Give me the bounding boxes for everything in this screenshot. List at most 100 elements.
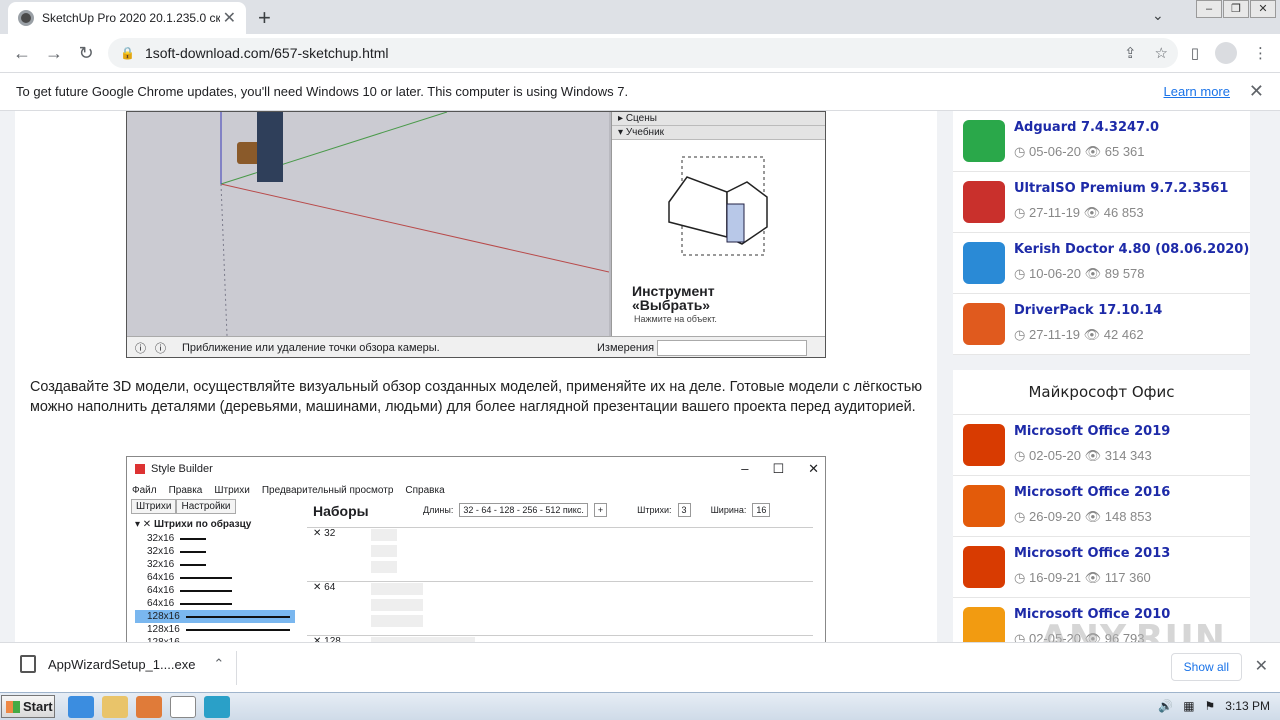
- update-infobar: To get future Google Chrome updates, you…: [0, 72, 1280, 111]
- download-filename[interactable]: AppWizardSetup_1....exe: [48, 657, 195, 672]
- web-page: ▸ Сцены ▾ Учебник Инструмент «Выбрать» Н…: [0, 111, 1280, 642]
- app-logo-icon[interactable]: [963, 546, 1005, 588]
- software-item[interactable]: Adguard 7.4.3247.0 ◷ 05-06-20 👁 65 361: [953, 111, 1250, 172]
- sb-menu-item: Файл: [132, 484, 157, 496]
- side-panel-icon[interactable]: ▯: [1191, 44, 1199, 62]
- software-item[interactable]: Microsoft Office 2013 ◷ 16-09-21 👁 117 36…: [953, 537, 1250, 598]
- chrome-icon[interactable]: [170, 696, 196, 718]
- sets-params: Длины: 32 - 64 - 128 - 256 - 512 пикс. +…: [423, 503, 771, 517]
- sb-close-icon: ✕: [808, 461, 819, 476]
- edge-icon[interactable]: [204, 696, 230, 718]
- style-builder-icon: [135, 464, 145, 474]
- volume-icon[interactable]: 🔊: [1158, 699, 1173, 713]
- office-list: Microsoft Office 2019 ◷ 02-05-20 👁 314 34…: [953, 415, 1250, 642]
- panel-tutorial[interactable]: ▾ Учебник: [612, 126, 825, 140]
- address-bar[interactable]: 🔒 1soft-download.com/657-sketchup.html ⇪…: [108, 38, 1178, 68]
- download-item[interactable]: AppWizardSetup_1....exe ⌃: [14, 655, 224, 673]
- forward-arrow-icon[interactable]: →: [38, 43, 70, 64]
- app-logo-icon[interactable]: [963, 120, 1005, 162]
- app-logo-icon[interactable]: [963, 303, 1005, 345]
- explorer-folder-icon[interactable]: [102, 696, 128, 718]
- infobar-close-icon[interactable]: ✕: [1249, 81, 1264, 102]
- app-logo-icon[interactable]: [963, 607, 1005, 642]
- software-meta: ◷ 10-06-20 👁 89 578: [1014, 266, 1145, 281]
- restore-button[interactable]: ❐: [1223, 0, 1249, 18]
- info-icon: ⓘ: [155, 342, 166, 355]
- close-tab-icon[interactable]: ✕: [223, 8, 236, 28]
- action-center-flag-icon[interactable]: ⚑: [1205, 699, 1216, 713]
- stroke-row: 128x16: [135, 610, 295, 623]
- software-link[interactable]: Microsoft Office 2016: [1014, 485, 1170, 500]
- share-icon[interactable]: ⇪: [1124, 44, 1137, 62]
- software-link[interactable]: Microsoft Office 2013: [1014, 546, 1170, 561]
- popular-list: Adguard 7.4.3247.0 ◷ 05-06-20 👁 65 361 Ult…: [953, 111, 1250, 355]
- software-meta: ◷ 16-09-21 👁 117 360: [1014, 570, 1151, 585]
- stroke-row: 64x16: [135, 571, 295, 584]
- software-item[interactable]: UltraISO Premium 9.7.2.3561 ◷ 27-11-19 👁 …: [953, 172, 1250, 233]
- software-link[interactable]: Kerish Doctor 4.80 (08.06.2020): [1014, 242, 1249, 257]
- style-builder-titlebar: Style Builder: [127, 457, 825, 481]
- minimize-button[interactable]: –: [1196, 0, 1222, 18]
- add-length-icon: +: [593, 503, 608, 517]
- sketchup-screenshot: ▸ Сцены ▾ Учебник Инструмент «Выбрать» Н…: [126, 111, 826, 358]
- browser-tab[interactable]: SketchUp Pro 2020 20.1.235.0 скачать ✕: [8, 2, 246, 34]
- windows-flag-icon: [6, 700, 20, 713]
- app-logo-icon[interactable]: [963, 485, 1005, 527]
- tool-hint: Нажмите на объект.: [634, 314, 717, 324]
- style-builder-window-controls: – ☐ ✕: [741, 461, 819, 477]
- reload-icon[interactable]: ↻: [70, 43, 102, 64]
- sb-maximize-icon: ☐: [772, 461, 785, 476]
- new-tab-button[interactable]: +: [258, 5, 271, 31]
- menu-kebab-icon[interactable]: ⋮: [1253, 44, 1268, 62]
- software-link[interactable]: UltraISO Premium 9.7.2.3561: [1014, 181, 1228, 196]
- sb-menu-item: Штрихи: [214, 484, 250, 496]
- set-swatch: [371, 583, 423, 595]
- software-item[interactable]: Kerish Doctor 4.80 (08.06.2020) ◷ 10-06-2…: [953, 233, 1250, 294]
- media-player-icon[interactable]: [136, 696, 162, 718]
- software-link[interactable]: Microsoft Office 2019: [1014, 424, 1170, 439]
- sb-tab: Штрихи: [131, 499, 177, 514]
- article-paragraph: Создавайте 3D модели, осуществляйте визу…: [30, 379, 922, 415]
- software-meta: ◷ 05-06-20 👁 65 361: [1014, 144, 1145, 159]
- clock[interactable]: 3:13 PM: [1225, 699, 1270, 713]
- lock-icon[interactable]: 🔒: [120, 46, 135, 60]
- url-text[interactable]: 1soft-download.com/657-sketchup.html: [145, 45, 389, 61]
- sets-label: Наборы: [313, 503, 369, 519]
- article-column: ▸ Сцены ▾ Учебник Инструмент «Выбрать» Н…: [15, 111, 937, 642]
- window-controls: – ❐ ✕: [1195, 0, 1276, 18]
- office-section-title: Майкрософт Офис: [953, 370, 1250, 415]
- learn-more-link[interactable]: Learn more: [1164, 84, 1230, 99]
- stroke-row: 64x16: [135, 584, 295, 597]
- software-meta: ◷ 27-11-19 👁 42 462: [1014, 327, 1144, 342]
- exe-file-icon: [20, 655, 36, 673]
- panel-scenes[interactable]: ▸ Сцены: [612, 112, 825, 126]
- download-bar-close-icon[interactable]: ✕: [1255, 656, 1268, 676]
- show-all-button[interactable]: Show all: [1170, 653, 1242, 681]
- software-meta: ◷ 26-09-20 👁 148 853: [1014, 509, 1152, 524]
- software-link[interactable]: DriverPack 17.10.14: [1014, 303, 1162, 318]
- software-item[interactable]: Microsoft Office 2016 ◷ 26-09-20 👁 148 85…: [953, 476, 1250, 537]
- app-logo-icon[interactable]: [963, 242, 1005, 284]
- network-icon[interactable]: ▦: [1183, 699, 1194, 713]
- lengths-label: Длины:: [423, 505, 454, 515]
- taskbar-apps: [68, 696, 230, 718]
- close-window-button[interactable]: ✕: [1250, 0, 1276, 18]
- start-button[interactable]: Start: [1, 695, 55, 718]
- back-arrow-icon[interactable]: ←: [6, 43, 38, 64]
- set-swatch: [371, 561, 397, 573]
- tab-search-chevron-icon[interactable]: ⌄: [1152, 7, 1164, 24]
- app-logo-icon[interactable]: [963, 181, 1005, 223]
- tab-title: SketchUp Pro 2020 20.1.235.0 скачать: [42, 11, 220, 25]
- set-swatch: [371, 599, 423, 611]
- sb-menu-item: Предварительный просмотр: [261, 484, 394, 496]
- software-meta: ◷ 02-05-20 👁 314 343: [1014, 448, 1152, 463]
- software-link[interactable]: Adguard 7.4.3247.0: [1014, 120, 1159, 135]
- software-item[interactable]: DriverPack 17.10.14 ◷ 27-11-19 👁 42 462: [953, 294, 1250, 355]
- ie-icon[interactable]: [68, 696, 94, 718]
- profile-avatar-icon[interactable]: [1215, 42, 1237, 64]
- bookmark-star-icon[interactable]: ☆: [1155, 44, 1168, 62]
- chevron-up-icon[interactable]: ⌃: [213, 656, 224, 672]
- app-logo-icon[interactable]: [963, 424, 1005, 466]
- software-item[interactable]: Microsoft Office 2019 ◷ 02-05-20 👁 314 34…: [953, 415, 1250, 476]
- download-divider: [236, 651, 237, 685]
